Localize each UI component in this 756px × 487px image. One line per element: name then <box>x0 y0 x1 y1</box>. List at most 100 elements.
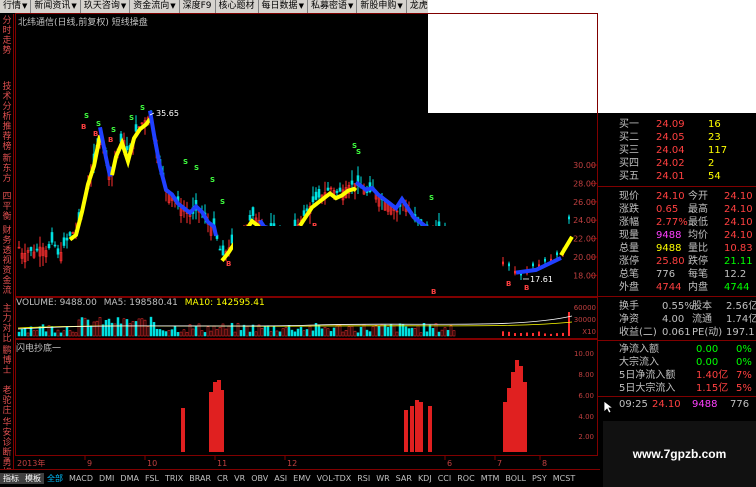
volume-bar <box>428 324 432 337</box>
dropdown-arrow-icon: ▼ <box>397 2 403 10</box>
volume-bar <box>335 324 339 337</box>
flow-row: 净流入额 0.00 0% <box>598 343 756 356</box>
candle-body <box>251 207 255 216</box>
volume-bar <box>338 324 342 337</box>
fund-label: 换手 <box>619 301 639 312</box>
indicator-button[interactable]: DMA <box>117 474 142 483</box>
sell-signal: S <box>111 126 116 134</box>
volume-bar <box>110 322 114 337</box>
left-tab[interactable]: 分时走势 <box>1 16 13 56</box>
indicator-button[interactable]: SAR <box>393 474 415 483</box>
left-tab[interactable]: 资金流 <box>1 266 13 296</box>
left-tab[interactable]: 华安诊断 <box>1 418 13 458</box>
indicator-button[interactable]: TRIX <box>162 474 186 483</box>
volume-bar <box>149 316 153 337</box>
indicator-bar <box>220 390 224 452</box>
volume-bar <box>248 331 252 337</box>
stat-label: 现量 <box>619 230 639 241</box>
low-price-label: 17.61 <box>530 275 553 284</box>
indicator-button[interactable]: PSY <box>529 474 550 483</box>
volume-bar <box>341 331 345 337</box>
volume-bar <box>293 331 297 337</box>
indicator-button[interactable]: MACD <box>66 474 96 483</box>
bid-volume: 117 <box>708 145 728 156</box>
left-tab[interactable]: 主力对比 <box>1 304 13 344</box>
volume-bar <box>326 328 330 337</box>
left-tab[interactable]: 技术分析 <box>1 82 13 122</box>
menu-item[interactable]: 新闻资讯▼ <box>31 0 81 13</box>
dropdown-arrow-icon: ▼ <box>298 2 304 10</box>
stat-value: 776 <box>656 269 676 280</box>
indicator-button[interactable]: VOL-TDX <box>314 474 355 483</box>
volume-bar <box>185 331 189 337</box>
volume-bar <box>329 331 333 337</box>
volume-tick-label: 30000 <box>574 316 596 324</box>
menu-item[interactable]: 资金流向▼ <box>130 0 180 13</box>
bid-row: 买二 24.05 23 <box>598 131 756 144</box>
menu-item[interactable]: 深度F9 <box>180 0 216 13</box>
trend-line <box>68 135 102 242</box>
top-menu-bar: 行情▼ 新闻资讯▼ 玖天咨询▼ 资金流向▼ 深度F9 核心题材 每日数据▼ 私募密语▼ 新股申购… <box>0 0 450 13</box>
sell-signal: S <box>84 112 89 120</box>
menu-item[interactable]: 行情▼ <box>0 0 32 13</box>
volume-bar <box>134 321 138 337</box>
volume-bar <box>404 326 408 337</box>
left-tab[interactable]: 老驼庄 <box>1 386 13 416</box>
indicator-button[interactable]: BRAR <box>186 474 214 483</box>
indicator-tab[interactable]: 全部 <box>44 473 66 484</box>
volume-tick-label: 60000 <box>574 304 596 312</box>
volume-bar <box>164 331 168 337</box>
menu-item[interactable]: 每日数据▼ <box>259 0 308 13</box>
left-tab[interactable]: 财务透视 <box>1 226 13 266</box>
stat-label: 涨跌 <box>619 204 639 215</box>
indicator-button[interactable]: CCI <box>435 474 455 483</box>
indicator-button[interactable]: MCST <box>550 474 578 483</box>
indicator-button[interactable]: BOLL <box>502 474 529 483</box>
volume-bar <box>224 328 228 337</box>
volume-bar <box>53 332 57 337</box>
indicator-button[interactable]: DMI <box>96 474 117 483</box>
indicator-tab[interactable]: 指标 <box>0 473 22 484</box>
fund-row: 净资 4.00 流通 1.74亿 <box>598 313 756 326</box>
y-tick-label: 18.00 <box>573 271 596 280</box>
indicator-button[interactable]: FSL <box>142 474 162 483</box>
left-tab[interactable]: 鹏博士 <box>1 346 13 376</box>
dropdown-arrow-icon: ▼ <box>347 2 354 10</box>
indicator-button[interactable]: ROC <box>454 474 477 483</box>
indicator-button[interactable]: CR <box>214 474 231 483</box>
stat-label: 最低 <box>688 217 708 228</box>
volume-bar <box>122 318 126 337</box>
indicator-tab[interactable]: 模板 <box>22 473 44 484</box>
candle-body <box>326 187 330 191</box>
left-tab[interactable]: 新东方 <box>1 154 13 184</box>
indicator-button[interactable]: RSI <box>354 474 373 483</box>
indicator-button[interactable]: KDJ <box>415 474 435 483</box>
volume-bar <box>437 331 441 337</box>
volume-bar <box>182 329 186 337</box>
stat-label: 现价 <box>619 191 639 202</box>
indicator-button[interactable]: ASI <box>271 474 290 483</box>
menu-item[interactable]: 玖天咨询▼ <box>81 0 131 13</box>
left-tab[interactable]: 四平衡 <box>1 192 13 222</box>
bid-row: 买三 24.04 117 <box>598 144 756 157</box>
volume-bar <box>413 328 417 337</box>
volume-bar <box>368 331 372 337</box>
volume-bar <box>275 330 279 337</box>
volume-bar <box>71 331 75 337</box>
menu-item[interactable]: 私募密语▼ <box>308 0 358 13</box>
dropdown-arrow-icon: ▼ <box>170 2 176 10</box>
left-tab[interactable]: 推荐榜 <box>1 122 13 152</box>
menu-item[interactable]: 核心题材 <box>216 0 259 13</box>
volume-bar <box>308 326 312 337</box>
indicator-button[interactable]: WR <box>373 474 392 483</box>
flow-label: 5日净流入额 <box>619 370 676 381</box>
indicator-button[interactable]: VR <box>231 474 248 483</box>
volume-bar <box>443 327 447 337</box>
indicator-button[interactable]: OBV <box>248 474 271 483</box>
indicator-button[interactable]: MTM <box>478 474 503 483</box>
indicator-button[interactable]: EMV <box>290 474 313 483</box>
volume-bar <box>50 326 54 337</box>
trend-line <box>559 235 574 257</box>
menu-item[interactable]: 新股申购▼ <box>357 0 407 13</box>
volume-bar <box>176 332 180 337</box>
